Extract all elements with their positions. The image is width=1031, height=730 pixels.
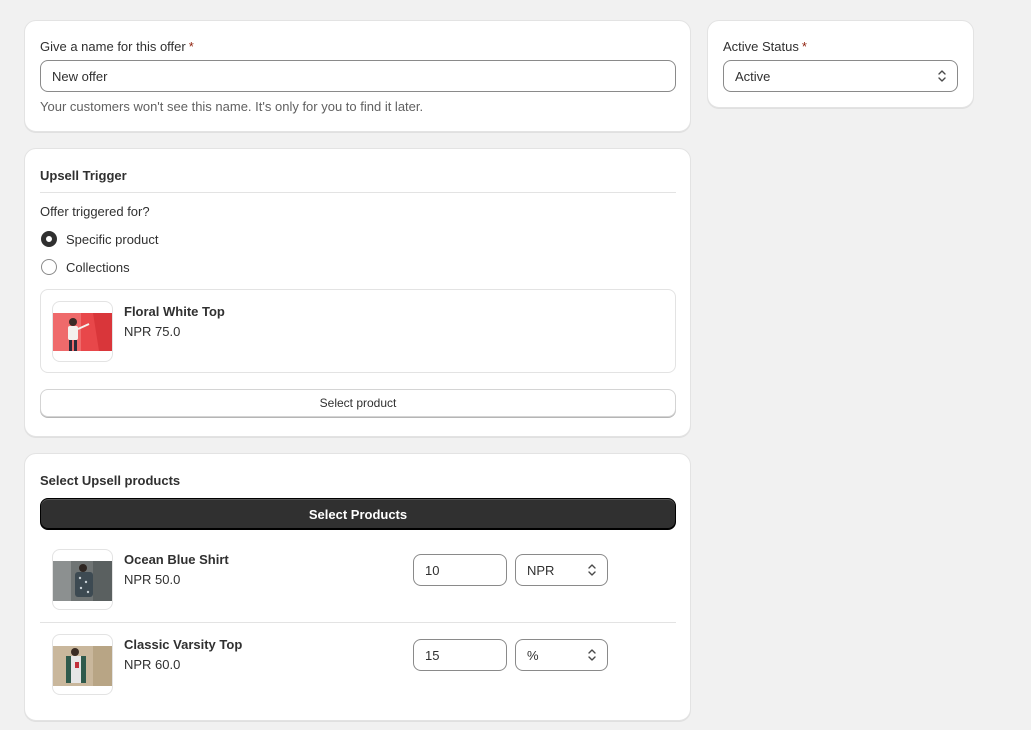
discount-value: 15 — [425, 647, 440, 663]
offer-name-card: Give a name for this offer * New offer Yo… — [24, 20, 691, 132]
upsell-trigger-card: Upsell Trigger Offer triggered for? Spec… — [24, 148, 691, 437]
active-status-label-text: Active Status — [723, 39, 799, 54]
active-status-card: Active Status * Active — [707, 20, 974, 108]
required-mark: * — [188, 39, 194, 54]
active-status-select[interactable]: Active — [723, 60, 958, 92]
discount-input[interactable]: 15 — [413, 639, 507, 671]
upsell-product-price: NPR 60.0 — [124, 657, 181, 672]
trigger-question: Offer triggered for? — [40, 204, 150, 219]
trigger-product-name: Floral White Top — [124, 304, 225, 319]
required-mark: * — [801, 39, 807, 54]
trigger-product-box: Floral White Top NPR 75.0 — [40, 289, 676, 373]
product-image-icon — [53, 313, 112, 351]
upsell-product-name: Ocean Blue Shirt — [124, 552, 229, 567]
discount-unit-select[interactable]: % — [515, 639, 608, 671]
select-arrows-icon — [938, 70, 946, 82]
offer-name-value: New offer — [52, 68, 108, 84]
active-status-label: Active Status * — [723, 39, 807, 54]
floral-white-top-image — [52, 301, 113, 362]
radio-collections-label[interactable]: Collections — [66, 260, 130, 275]
radio-collections[interactable] — [41, 259, 57, 275]
ocean-blue-shirt-image — [52, 549, 113, 610]
active-status-value: Active — [735, 68, 771, 84]
select-products-button[interactable]: Select Products — [40, 498, 676, 530]
classic-varsity-top-image — [52, 634, 113, 695]
upsell-product-price: NPR 50.0 — [124, 572, 181, 587]
upsell-product-name: Classic Varsity Top — [124, 637, 243, 652]
product-image-icon — [53, 561, 112, 601]
discount-input[interactable]: 10 — [413, 554, 507, 586]
offer-name-input[interactable]: New offer — [40, 60, 676, 92]
discount-value: 10 — [425, 562, 440, 578]
product-image-icon — [53, 646, 112, 686]
discount-unit-value: % — [527, 647, 539, 663]
select-arrows-icon — [588, 649, 596, 661]
table-row: Classic Varsity Top NPR 60.0 15 % — [40, 623, 676, 707]
offer-name-label: Give a name for this offer * — [40, 39, 194, 54]
upsell-products-title: Select Upsell products — [40, 473, 181, 488]
upsell-trigger-title: Upsell Trigger — [40, 168, 127, 183]
radio-specific-product-label[interactable]: Specific product — [66, 232, 159, 247]
upsell-products-card: Select Upsell products Select Products O… — [24, 453, 691, 721]
select-arrows-icon — [588, 564, 596, 576]
table-row: Ocean Blue Shirt NPR 50.0 10 NPR — [40, 538, 676, 622]
select-product-button[interactable]: Select product — [40, 389, 676, 417]
section-divider — [40, 192, 676, 193]
radio-specific-product[interactable] — [41, 231, 57, 247]
offer-name-help: Your customers won't see this name. It's… — [40, 99, 424, 114]
discount-unit-select[interactable]: NPR — [515, 554, 608, 586]
offer-name-label-text: Give a name for this offer — [40, 39, 186, 54]
discount-unit-value: NPR — [527, 562, 555, 578]
trigger-product-price: NPR 75.0 — [124, 324, 181, 339]
